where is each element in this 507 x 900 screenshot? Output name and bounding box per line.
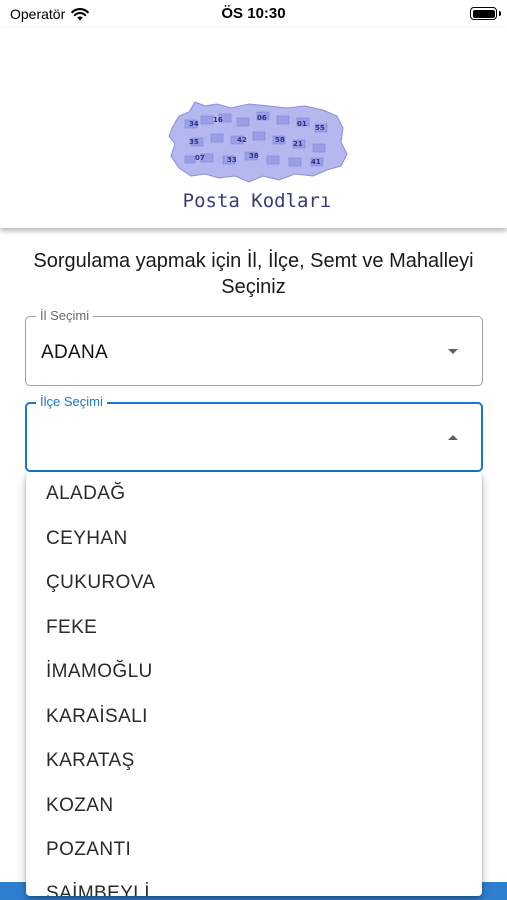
ilce-option[interactable]: KARAİSALI xyxy=(46,705,148,729)
map-district-number: 06 xyxy=(257,114,267,122)
instruction-text: Sorgulama yapmak için İl, İlçe, Semt ve … xyxy=(33,250,474,298)
ilce-option[interactable]: KARATAŞ xyxy=(46,749,135,773)
app-header: 34 06 35 42 16 01 58 07 33 55 21 38 41 Posta Kodları xyxy=(0,28,507,228)
ilce-options-menu: ALADAĞ CEYHAN ÇUKUROVA FEKE İMAMOĞLU KAR… xyxy=(26,472,482,896)
ilce-option[interactable]: KOZAN xyxy=(46,794,113,818)
turkey-map-icon: 34 06 35 42 16 01 58 07 33 55 21 38 41 xyxy=(168,101,348,183)
map-district-number: 07 xyxy=(195,154,205,162)
battery-icon xyxy=(470,7,501,20)
il-select[interactable]: İl Seçimi ADANA xyxy=(25,308,483,386)
il-select-value: ADANA xyxy=(41,342,108,363)
ilce-option[interactable]: ÇUKUROVA xyxy=(46,571,155,595)
map-district-number: 58 xyxy=(275,136,285,144)
clock: ÖS 10:30 xyxy=(221,5,286,22)
map-district-number: 42 xyxy=(237,136,247,144)
status-bar: Operatör ÖS 10:30 xyxy=(0,0,507,28)
map-district-number: 34 xyxy=(189,120,199,128)
il-select-label: İl Seçimi xyxy=(36,308,94,324)
ilce-option[interactable]: ALADAĞ xyxy=(46,482,126,506)
map-district-number: 55 xyxy=(315,124,325,132)
ilce-select-label: İlçe Seçimi xyxy=(36,394,107,410)
map-district-number: 33 xyxy=(227,156,237,164)
map-district-number: 01 xyxy=(297,120,307,128)
map-district-number: 35 xyxy=(189,138,199,146)
posta-kodlari-logo: 34 06 35 42 16 01 58 07 33 55 21 38 41 Posta Kodları xyxy=(165,96,349,214)
ilce-option[interactable]: İMAMOĞLU xyxy=(46,660,153,684)
logo-title: Posta Kodları xyxy=(182,190,332,212)
ilce-option[interactable]: FEKE xyxy=(46,616,97,640)
map-district-number: 41 xyxy=(311,158,321,166)
ilce-option[interactable]: SAİMBEYLİ xyxy=(46,882,150,896)
ilce-option[interactable]: POZANTI xyxy=(46,838,131,862)
dropdown-arrow-up-icon xyxy=(448,435,458,440)
ilce-option[interactable]: CEYHAN xyxy=(46,527,128,551)
map-district-number: 16 xyxy=(213,116,223,124)
ilce-select[interactable]: İlçe Seçimi xyxy=(25,394,483,472)
map-district-number: 21 xyxy=(293,140,303,148)
dropdown-arrow-icon xyxy=(448,349,458,354)
map-district-number: 38 xyxy=(249,152,259,160)
